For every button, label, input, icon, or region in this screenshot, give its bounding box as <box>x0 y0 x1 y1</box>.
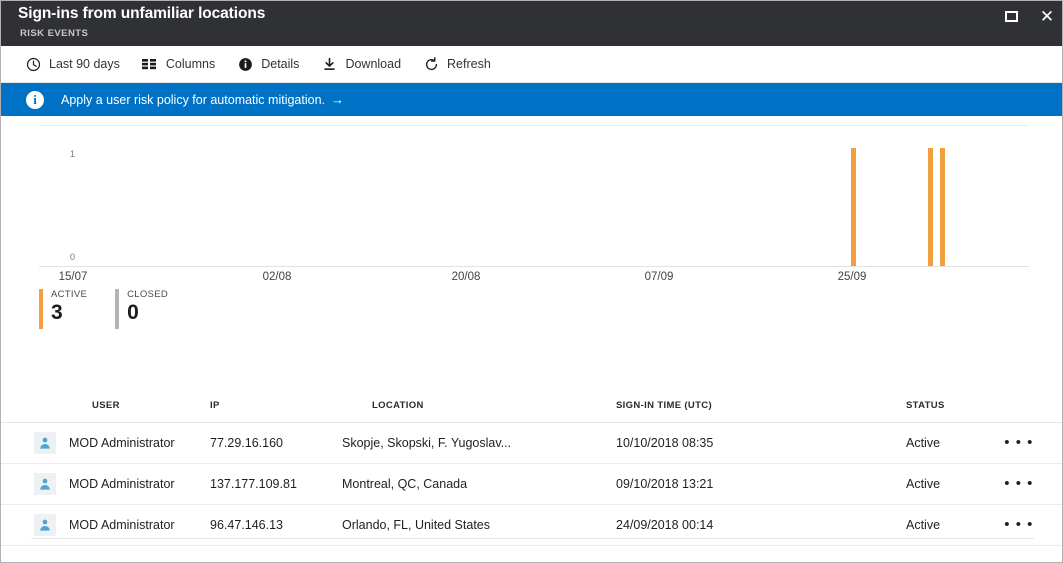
toolbar-columns[interactable]: Columns <box>142 46 215 82</box>
x-axis-tick-label: 20/08 <box>451 271 481 283</box>
toolbar-refresh[interactable]: Refresh <box>423 46 491 82</box>
toolbar-label: Last 90 days <box>49 57 120 71</box>
cell-user: MOD Administrator <box>69 436 175 450</box>
column-header-location: LOCATION <box>372 400 424 411</box>
cell-user: MOD Administrator <box>69 477 175 491</box>
summary-value: 3 <box>51 301 63 324</box>
row-context-menu-button[interactable]: • • • <box>1004 475 1034 493</box>
column-header-user: USER <box>92 400 120 411</box>
user-avatar-icon <box>34 514 56 536</box>
toolbar-label: Download <box>345 57 402 71</box>
toolbar-download[interactable]: Download <box>321 46 401 82</box>
cell-signin-time: 24/09/2018 00:14 <box>616 518 714 532</box>
chart-plot-area <box>39 125 1029 267</box>
summary-item-closed: CLOSED 0 <box>115 289 196 329</box>
table-header-row: USER IP LOCATION SIGN-IN TIME (UTC) STAT… <box>1 389 1062 423</box>
cell-ip: 77.29.16.160 <box>210 436 283 450</box>
cell-location: Orlando, FL, United States <box>342 518 490 532</box>
page-subtitle: RISK EVENTS <box>20 28 89 39</box>
cell-status: Active <box>906 477 941 491</box>
column-header-status: STATUS <box>906 400 945 411</box>
window-controls: ✕ <box>1000 5 1058 27</box>
user-avatar-icon <box>34 432 56 454</box>
risk-events-chart: 1 0 15/07 02/08 20/08 07/09 25/09 <box>1 117 1062 289</box>
status-summary: ACTIVE 3 CLOSED 0 <box>39 289 196 329</box>
row-context-menu-button[interactable]: • • • <box>1004 434 1034 452</box>
info-icon <box>237 56 254 73</box>
summary-value: 0 <box>127 301 139 324</box>
toolbar-label: Refresh <box>447 57 491 71</box>
column-header-ip: IP <box>210 400 220 411</box>
arrow-right-icon: → <box>331 92 344 107</box>
chart-bar[interactable] <box>928 148 933 266</box>
risk-events-window: Sign-ins from unfamiliar locations RISK … <box>0 0 1063 563</box>
info-circle-icon: i <box>26 90 44 109</box>
cell-status: Active <box>906 518 941 532</box>
banner-text: Apply a user risk policy for automatic m… <box>61 92 325 107</box>
download-icon <box>321 56 338 73</box>
chart-bar[interactable] <box>851 148 856 266</box>
title-bar: Sign-ins from unfamiliar locations RISK … <box>1 1 1062 46</box>
y-axis-tick-min: 0 <box>69 252 75 262</box>
refresh-icon <box>423 56 440 73</box>
toolbar-label: Details <box>261 57 300 71</box>
toolbar-last-90-days[interactable]: Last 90 days <box>25 46 120 82</box>
summary-color-bar <box>115 289 120 329</box>
toolbar-label: Columns <box>165 57 216 71</box>
table-bottom-divider <box>31 538 1034 539</box>
summary-item-active: ACTIVE 3 <box>39 289 115 329</box>
chart-bar[interactable] <box>940 148 945 266</box>
gridline-top <box>39 125 1029 126</box>
cell-signin-time: 09/10/2018 13:21 <box>616 477 714 491</box>
toolbar-details[interactable]: Details <box>237 46 299 82</box>
summary-label: CLOSED <box>127 289 168 300</box>
summary-color-bar <box>39 289 43 329</box>
clock-icon <box>25 56 42 73</box>
axis-baseline <box>39 266 1029 267</box>
restore-icon <box>1004 10 1018 22</box>
close-icon: ✕ <box>1039 6 1055 26</box>
cell-signin-time: 10/10/2018 08:35 <box>616 436 714 450</box>
x-axis-tick-label: 07/09 <box>644 271 674 283</box>
cell-location: Montreal, QC, Canada <box>342 477 468 491</box>
row-context-menu-button[interactable]: • • • <box>1004 516 1034 534</box>
summary-label: ACTIVE <box>51 289 88 300</box>
x-axis-tick-label: 25/09 <box>837 271 867 283</box>
command-toolbar: Last 90 days Columns Details Download Re… <box>1 46 1062 83</box>
cell-user: MOD Administrator <box>69 518 175 532</box>
table-row[interactable]: MOD Administrator 137.177.109.81 Montreal,… <box>1 464 1062 505</box>
page-title: Sign-ins from unfamiliar locations <box>18 5 266 22</box>
risk-policy-banner[interactable]: i Apply a user risk policy for automatic… <box>1 83 1062 116</box>
cell-location: Skopje, Skopski, F. Yugoslav... <box>342 436 512 450</box>
close-button[interactable]: ✕ <box>1036 5 1058 27</box>
y-axis-tick-max: 1 <box>69 149 75 159</box>
table-body: MOD Administrator 77.29.16.160 Skopje, Sko… <box>1 423 1062 546</box>
cell-status: Active <box>906 436 941 450</box>
restore-button[interactable] <box>1000 5 1022 27</box>
cell-ip: 137.177.109.81 <box>210 477 297 491</box>
table-row[interactable]: MOD Administrator 77.29.16.160 Skopje, Sko… <box>1 423 1062 464</box>
table-row[interactable]: MOD Administrator 96.47.146.13 Orlando, FL… <box>1 505 1062 546</box>
user-avatar-icon <box>34 473 56 495</box>
x-axis-tick-label: 02/08 <box>262 271 292 283</box>
risk-events-table: USER IP LOCATION SIGN-IN TIME (UTC) STAT… <box>1 389 1062 546</box>
cell-ip: 96.47.146.13 <box>210 518 283 532</box>
columns-icon <box>142 56 159 73</box>
x-axis-tick-label: 15/07 <box>58 271 88 283</box>
column-header-signin-time: SIGN-IN TIME (UTC) <box>616 400 713 411</box>
